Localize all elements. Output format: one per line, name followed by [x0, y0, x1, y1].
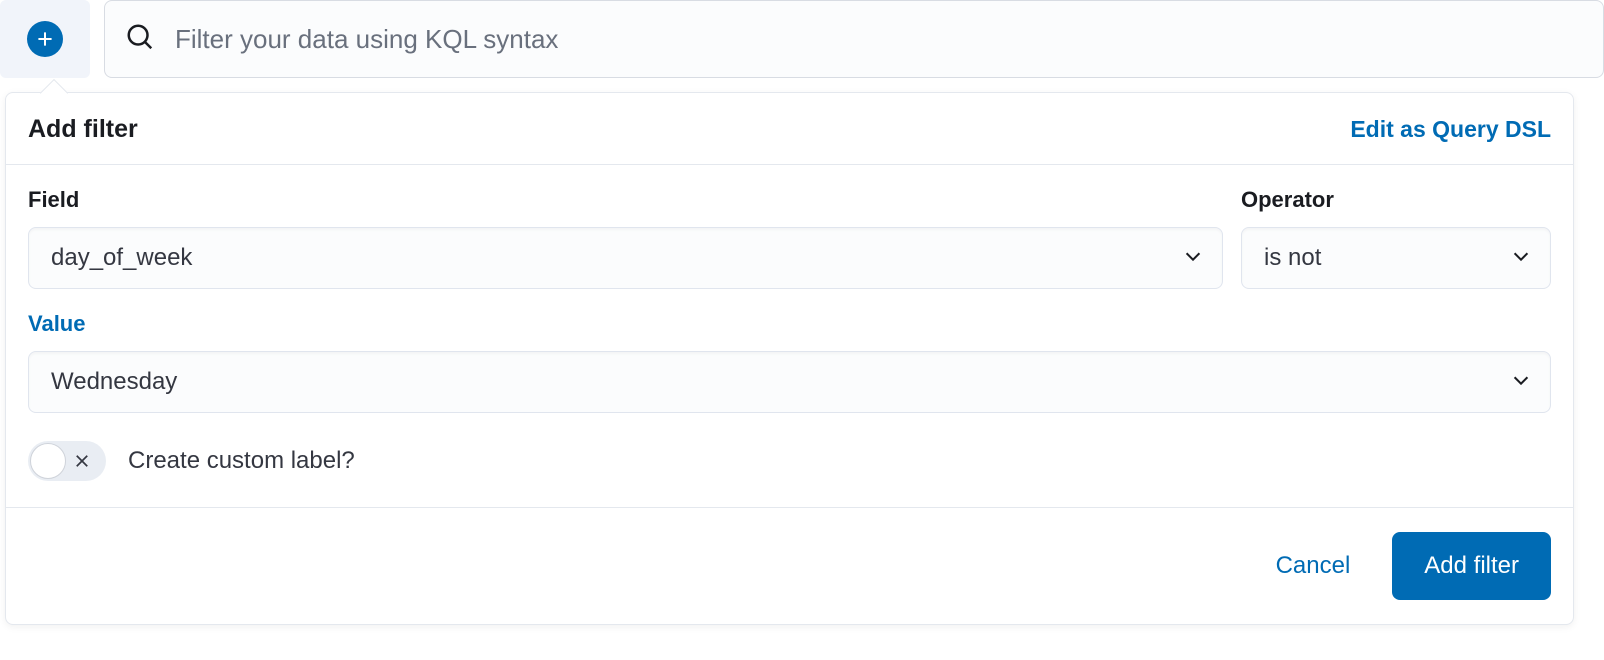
edit-as-query-dsl-link[interactable]: Edit as Query DSL — [1350, 116, 1551, 143]
field-label: Field — [28, 187, 1223, 213]
field-form-group: Field day_of_week — [28, 187, 1223, 289]
kql-search-input[interactable]: Filter your data using KQL syntax — [104, 0, 1604, 78]
custom-label-toggle-label: Create custom label? — [128, 447, 355, 475]
field-operator-row: Field day_of_week Operator is not — [28, 187, 1551, 289]
chevron-down-icon — [1510, 245, 1532, 272]
value-label: Value — [28, 311, 1551, 337]
add-filter-submit-button[interactable]: Add filter — [1392, 532, 1551, 600]
custom-label-toggle[interactable] — [28, 441, 106, 481]
search-icon — [125, 22, 155, 57]
add-filter-popover: Add filter Edit as Query DSL Field day_o… — [5, 92, 1574, 625]
custom-label-row: Create custom label? — [28, 441, 1551, 481]
plus-circle-icon — [27, 21, 63, 57]
close-icon — [73, 452, 91, 470]
cancel-button[interactable]: Cancel — [1276, 552, 1351, 580]
operator-label: Operator — [1241, 187, 1551, 213]
top-bar: Filter your data using KQL syntax — [0, 0, 1604, 78]
popover-header: Add filter Edit as Query DSL — [6, 93, 1573, 165]
chevron-down-icon — [1182, 245, 1204, 272]
operator-select-value: is not — [1264, 244, 1321, 272]
add-filter-button[interactable] — [0, 0, 90, 78]
value-select[interactable]: Wednesday — [28, 351, 1551, 413]
switch-thumb — [30, 443, 66, 479]
operator-select[interactable]: is not — [1241, 227, 1551, 289]
popover-body: Field day_of_week Operator is not — [6, 165, 1573, 508]
field-select-value: day_of_week — [51, 244, 192, 272]
value-select-value: Wednesday — [51, 368, 177, 396]
field-select[interactable]: day_of_week — [28, 227, 1223, 289]
popover-footer: Cancel Add filter — [6, 508, 1573, 624]
value-form-group: Value Wednesday — [28, 311, 1551, 413]
search-placeholder: Filter your data using KQL syntax — [175, 24, 558, 55]
popover-title: Add filter — [28, 115, 138, 144]
chevron-down-icon — [1510, 369, 1532, 396]
operator-form-group: Operator is not — [1241, 187, 1551, 289]
